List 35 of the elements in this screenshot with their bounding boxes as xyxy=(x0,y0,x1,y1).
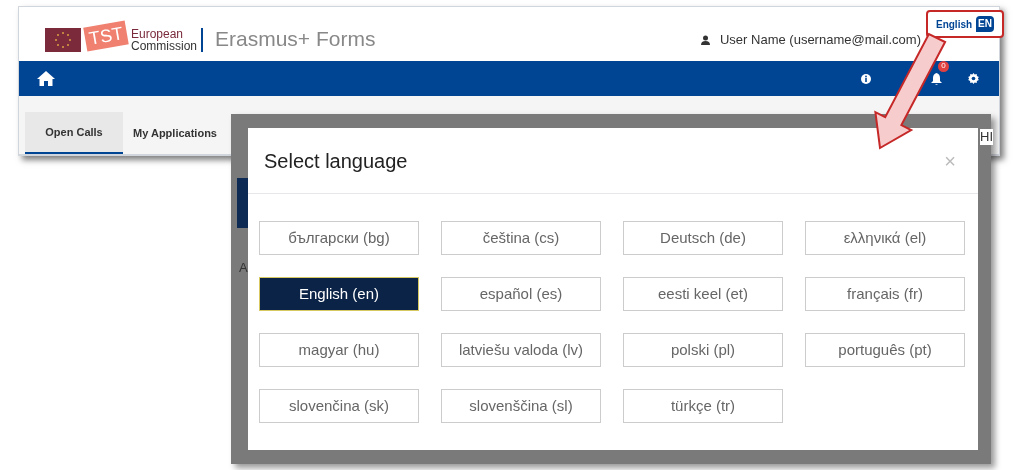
home-icon[interactable] xyxy=(37,71,55,86)
tab[interactable]: My Applications xyxy=(123,112,227,154)
user-icon xyxy=(700,35,710,45)
language-option[interactable]: English (en) xyxy=(259,277,419,311)
settings-icon[interactable] xyxy=(968,73,979,84)
language-option[interactable]: slovenčina (sk) xyxy=(259,389,419,423)
environment-ribbon: TST xyxy=(83,20,129,52)
covered-text: HI xyxy=(980,129,993,145)
org-name: Commission xyxy=(131,40,197,52)
language-option[interactable]: türkçe (tr) xyxy=(623,389,783,423)
eu-flag-icon xyxy=(45,28,81,52)
covered-text: A xyxy=(239,260,248,276)
notification-badge: 0 xyxy=(938,60,949,72)
language-option[interactable]: português (pt) xyxy=(805,333,965,367)
tab[interactable]: Open Calls xyxy=(25,112,123,154)
language-option[interactable]: español (es) xyxy=(441,277,601,311)
language-code-badge: EN xyxy=(976,16,994,32)
bell-icon[interactable] xyxy=(931,72,942,85)
language-option[interactable]: čeština (cs) xyxy=(441,221,601,255)
language-option[interactable]: eesti keel (et) xyxy=(623,277,783,311)
app-title: Erasmus+ Forms xyxy=(215,26,376,53)
language-option[interactable]: slovenščina (sl) xyxy=(441,389,601,423)
user-name[interactable]: User Name (username@mail.com) xyxy=(719,30,921,50)
language-option[interactable]: polski (pl) xyxy=(623,333,783,367)
language-option[interactable]: latviešu valoda (lv) xyxy=(441,333,601,367)
language-selector[interactable]: English EN xyxy=(926,10,1004,38)
language-option[interactable]: ελληνικά (el) xyxy=(805,221,965,255)
language-option[interactable]: français (fr) xyxy=(805,277,965,311)
covered-nav-bar xyxy=(237,178,249,228)
language-option[interactable]: magyar (hu) xyxy=(259,333,419,367)
info-icon[interactable] xyxy=(861,73,871,84)
language-option[interactable]: Deutsch (de) xyxy=(623,221,783,255)
language-option[interactable]: български (bg) xyxy=(259,221,419,255)
dialog-title: Select language xyxy=(264,148,408,174)
org-name: European xyxy=(131,28,184,40)
